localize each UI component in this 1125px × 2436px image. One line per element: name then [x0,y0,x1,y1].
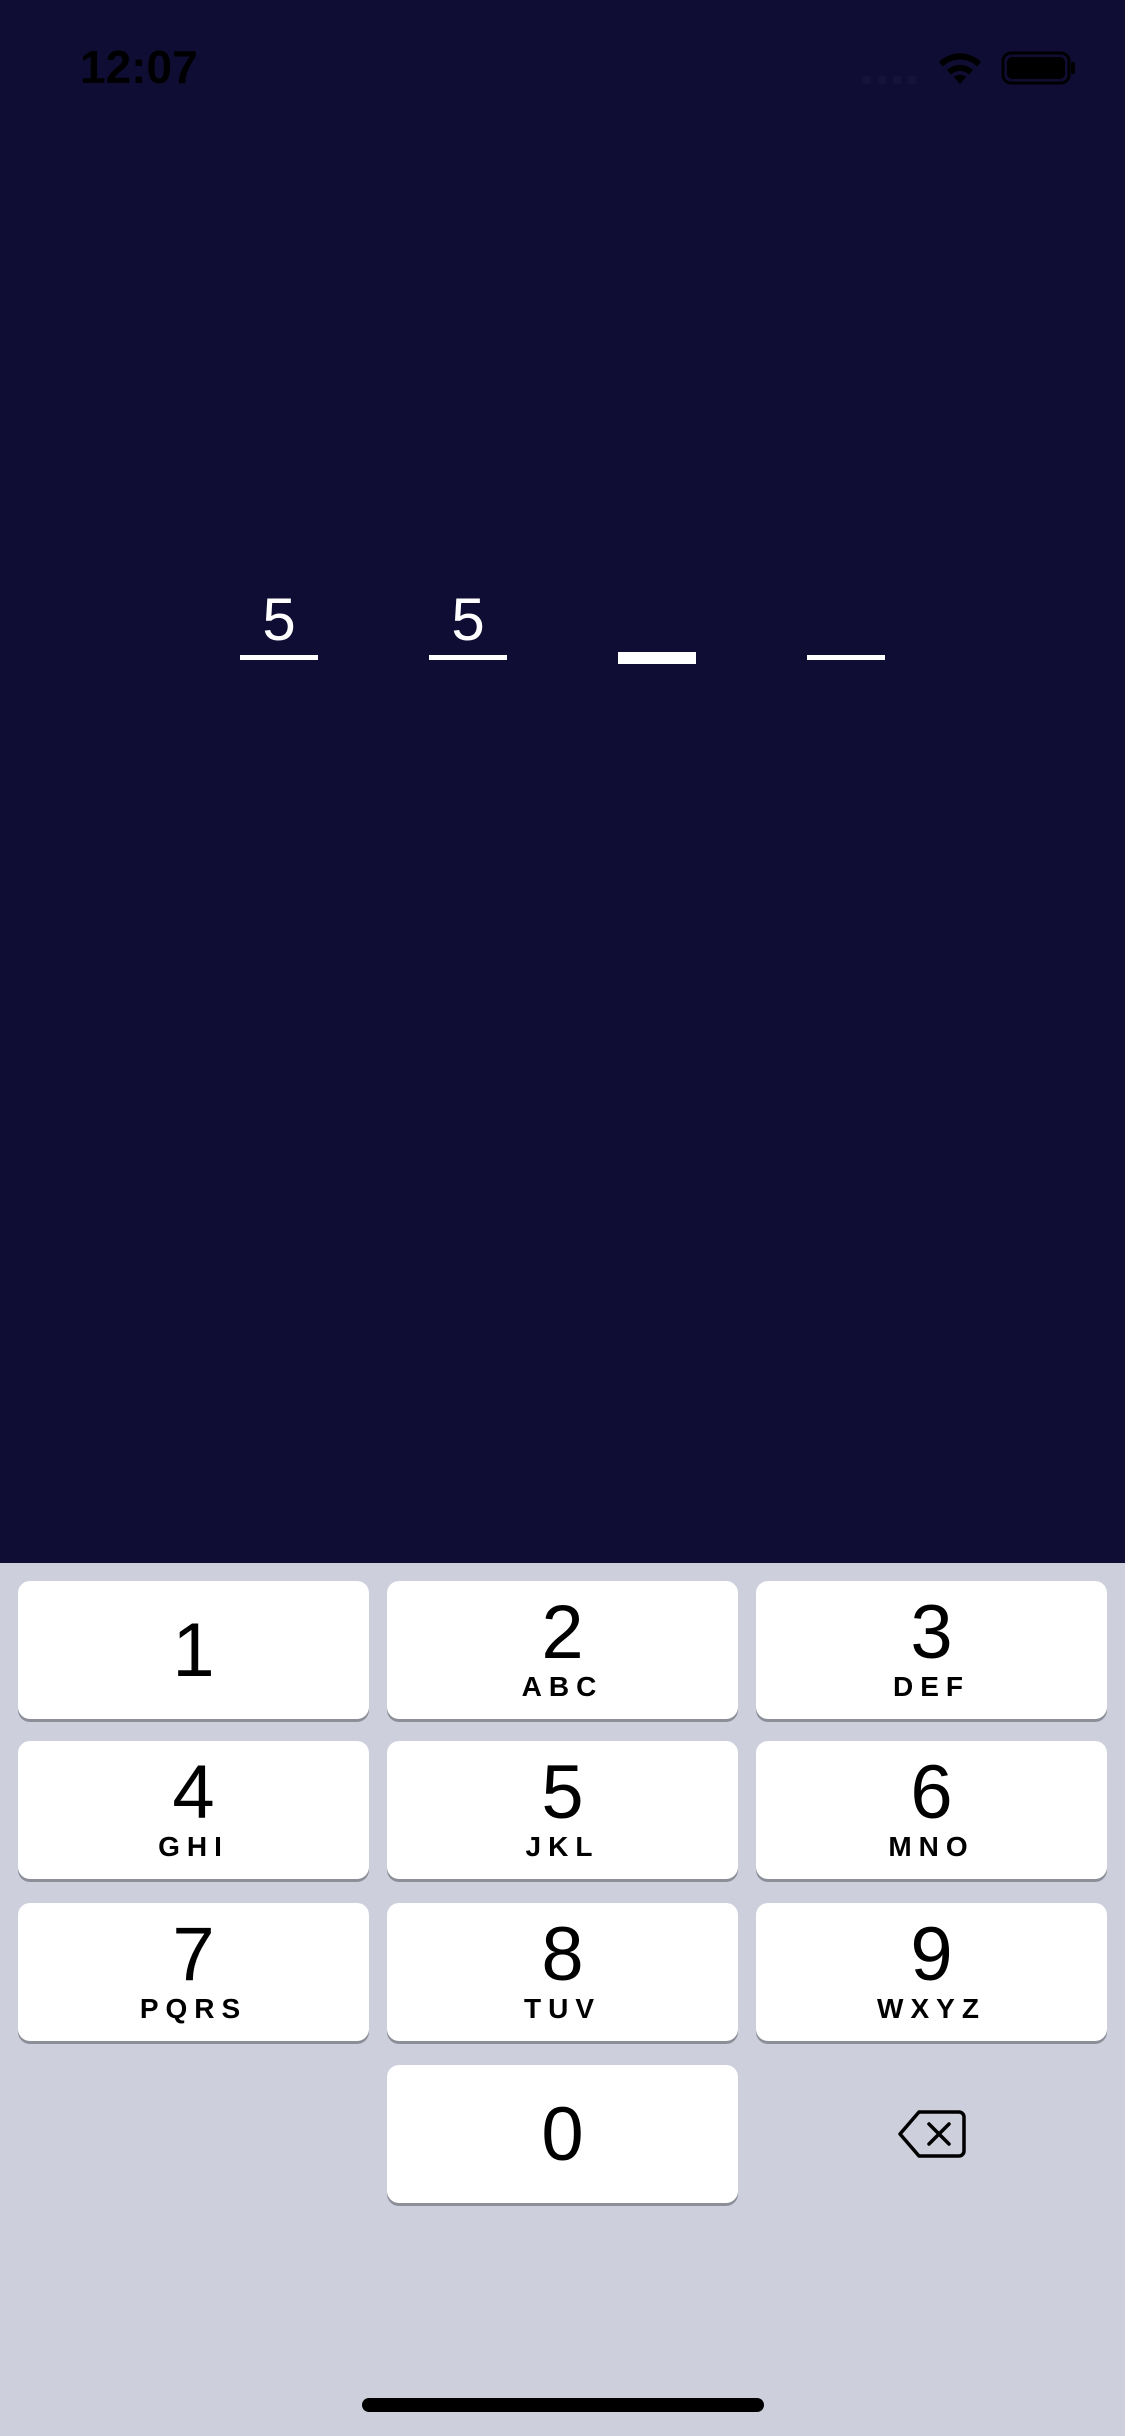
key-3-letters: DEF [893,1671,970,1702]
wifi-icon [939,53,981,84]
key-5-digit: 5 [541,1750,584,1835]
key-7-digit: 7 [172,1912,215,1997]
key-6-digit: 6 [910,1750,953,1835]
key-9[interactable]: 9 WXYZ [756,1903,1107,2041]
key-5-letters: JKL [525,1831,600,1862]
status-bar: 12:07 [0,0,1125,132]
key-2[interactable]: 2 ABC [387,1581,738,1719]
pin-underline-2 [429,655,507,660]
pin-cursor [618,652,696,664]
pin-underline-4 [807,655,885,660]
key-3-digit: 3 [910,1590,953,1675]
key-2-letters: ABC [521,1671,604,1702]
key-8-digit: 8 [541,1912,584,1997]
battery-icon [1001,51,1075,85]
home-indicator[interactable] [362,2398,764,2412]
cellular-signal-icon [863,76,916,84]
key-3[interactable]: 3 DEF [756,1581,1107,1719]
key-7-letters: PQRS [139,1993,248,2024]
key-9-digit: 9 [910,1912,953,1997]
status-time: 12:07 [80,41,198,93]
key-0-digit: 0 [541,2092,584,2177]
key-7[interactable]: 7 PQRS [18,1903,369,2041]
key-4-letters: GHI [158,1831,229,1862]
pin-slot-3 [618,570,696,680]
passcode-screen: 12:07 5 5 1 2 ABC 3 DEF 4 GHI 5 JKL 6 MN… [0,0,1125,2436]
pin-underline-1 [240,655,318,660]
pin-entry[interactable]: 5 5 [0,570,1125,680]
key-5[interactable]: 5 JKL [387,1741,738,1879]
pin-slot-2: 5 [429,570,507,680]
numeric-keypad: 1 2 ABC 3 DEF 4 GHI 5 JKL 6 MNO 7 PQRS 8… [0,1563,1125,2436]
key-1[interactable]: 1 [18,1581,369,1719]
pin-digit-2: 5 [451,586,485,653]
backspace-button[interactable] [756,2065,1107,2203]
key-4[interactable]: 4 GHI [18,1741,369,1879]
key-9-letters: WXYZ [877,1993,986,2024]
key-2-digit: 2 [541,1590,584,1675]
key-8-letters: TUV [524,1993,601,2024]
pin-digit-1: 5 [262,586,296,653]
key-6-letters: MNO [888,1831,975,1862]
key-1-digit: 1 [172,1608,215,1693]
backspace-icon [897,2110,966,2158]
key-6[interactable]: 6 MNO [756,1741,1107,1879]
key-0[interactable]: 0 [387,2065,738,2203]
status-icons [861,48,1077,88]
key-8[interactable]: 8 TUV [387,1903,738,2041]
key-4-digit: 4 [172,1750,215,1835]
pin-slot-4 [807,570,885,680]
pin-slot-1: 5 [240,570,318,680]
